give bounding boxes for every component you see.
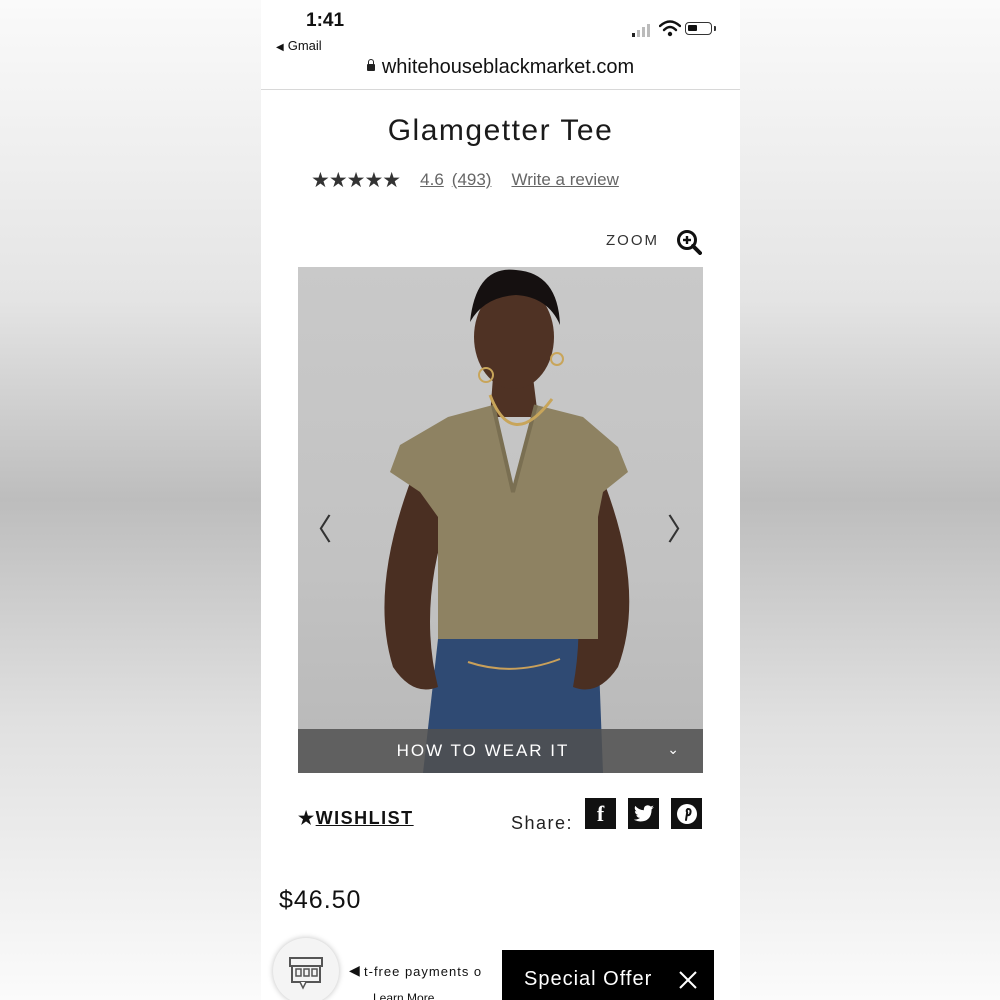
back-app-label: Gmail [287, 38, 322, 53]
learn-more-link[interactable]: Learn More [373, 991, 434, 1000]
status-time: 1:41 [306, 10, 345, 31]
collapse-promo-arrow-icon[interactable]: ◀ [349, 962, 360, 979]
model-photo [384, 269, 630, 773]
twitter-icon [633, 805, 654, 822]
close-icon[interactable] [678, 970, 698, 990]
wifi-icon [659, 20, 681, 37]
write-review-link[interactable]: Write a review [511, 170, 618, 190]
pinterest-icon [676, 803, 697, 824]
share-label: Share: [511, 813, 574, 833]
special-offer-banner[interactable]: Special Offer [502, 950, 714, 1000]
how-to-wear-label: HOW TO WEAR IT [396, 741, 570, 760]
back-to-app-link[interactable]: ◀ Gmail [276, 38, 322, 53]
header-divider [261, 89, 740, 90]
rating-value-link[interactable]: 4.6 [420, 170, 444, 190]
rating-row: ★★★★★ 4.6 (493) Write a review [311, 168, 619, 192]
star-icon: ★ [298, 808, 316, 828]
store-icon [289, 957, 323, 990]
wishlist-button[interactable]: ★WISHLIST [298, 808, 414, 829]
next-image-arrow[interactable]: 〉 [667, 505, 697, 549]
facebook-share-button[interactable]: f [585, 798, 616, 829]
product-price: $46.50 [279, 886, 362, 914]
url-text: whitehouseblackmarket.com [381, 56, 635, 78]
wishlist-label: WISHLIST [315, 808, 414, 828]
url-bar[interactable]: whitehouseblackmarket.com [261, 56, 740, 79]
how-to-wear-bar[interactable]: HOW TO WEAR IT ⌄ [298, 729, 703, 773]
review-count-link[interactable]: (493) [452, 170, 492, 190]
rating-stars[interactable]: ★★★★★ [311, 168, 401, 193]
lock-icon [366, 59, 375, 71]
product-title: Glamgetter Tee [387, 114, 614, 147]
zoom-in-icon[interactable] [676, 229, 702, 255]
facebook-icon: f [596, 800, 605, 826]
special-offer-label: Special Offer [524, 968, 653, 990]
battery-icon [685, 22, 716, 35]
back-triangle-icon: ◀ [276, 42, 284, 53]
zoom-label[interactable]: ZOOM [606, 232, 659, 249]
store-locator-button[interactable] [273, 938, 339, 1000]
twitter-share-button[interactable] [628, 798, 659, 829]
background-right [740, 0, 1000, 1000]
promo-text: t-free payments o [364, 964, 483, 979]
chevron-down-icon: ⌄ [667, 741, 679, 757]
background-left [0, 0, 261, 1000]
pinterest-share-button[interactable] [671, 798, 702, 829]
phone-screen: 1:41 ◀ Gmail whitehouseblackmarket.com Gl… [261, 0, 740, 1000]
product-image[interactable]: 〈 〉 HOW TO WEAR IT ⌄ [298, 267, 703, 773]
previous-image-arrow[interactable]: 〈 [302, 505, 332, 549]
cellular-signal-icon [632, 23, 654, 37]
